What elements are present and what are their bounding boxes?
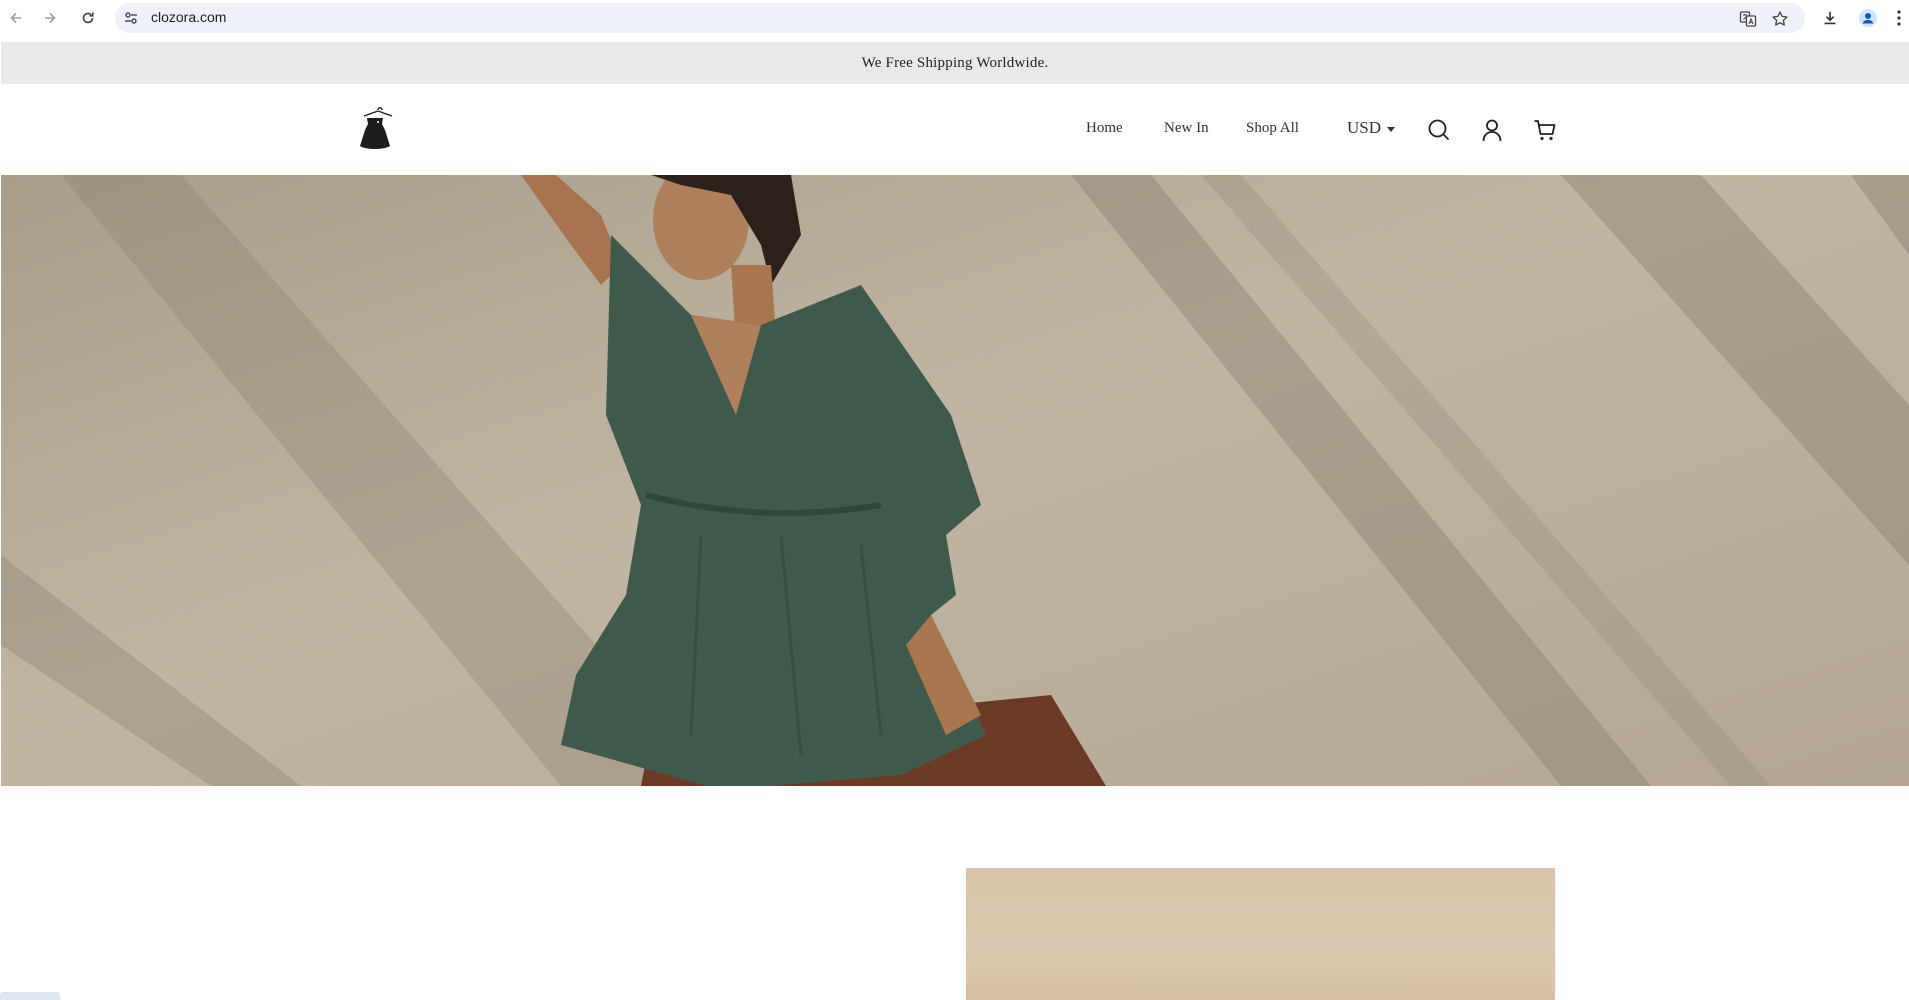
address-bar[interactable]: clozora.com (115, 3, 1805, 33)
account-icon[interactable] (1479, 117, 1505, 143)
browser-toolbar: clozora.com (0, 0, 1909, 36)
promo-image[interactable] (966, 868, 1555, 1000)
bookmark-star-icon[interactable] (1771, 10, 1789, 28)
woman-in-green-blouse-photo (1, 175, 1909, 786)
reload-icon[interactable] (76, 6, 100, 30)
caret-down-icon (1387, 126, 1396, 132)
url-text[interactable]: clozora.com (151, 9, 226, 25)
announcement-bar: We Free Shipping Worldwide. (1, 42, 1909, 84)
search-icon[interactable] (1426, 117, 1452, 143)
back-arrow-icon[interactable] (4, 6, 28, 30)
announcement-text: We Free Shipping Worldwide. (861, 54, 1049, 71)
download-icon[interactable] (1820, 8, 1840, 28)
currency-selector[interactable]: USD (1347, 118, 1396, 138)
cart-icon[interactable] (1532, 117, 1558, 143)
corner-widget-tab[interactable] (0, 992, 60, 1000)
nav-shop-all[interactable]: Shop All (1246, 120, 1299, 137)
site-info-icon[interactable] (123, 10, 139, 26)
more-menu-icon[interactable] (1892, 8, 1906, 28)
translate-icon[interactable] (1739, 10, 1757, 28)
hero-banner[interactable] (1, 175, 1909, 786)
profile-icon[interactable] (1858, 8, 1878, 28)
dress-hanger-logo[interactable] (354, 106, 402, 156)
currency-label: USD (1347, 118, 1382, 137)
nav-new-in[interactable]: New In (1164, 120, 1209, 137)
nav-home[interactable]: Home (1086, 120, 1123, 137)
forward-arrow-icon[interactable] (38, 6, 62, 30)
site-header: Home New In Shop All USD (0, 84, 1909, 175)
